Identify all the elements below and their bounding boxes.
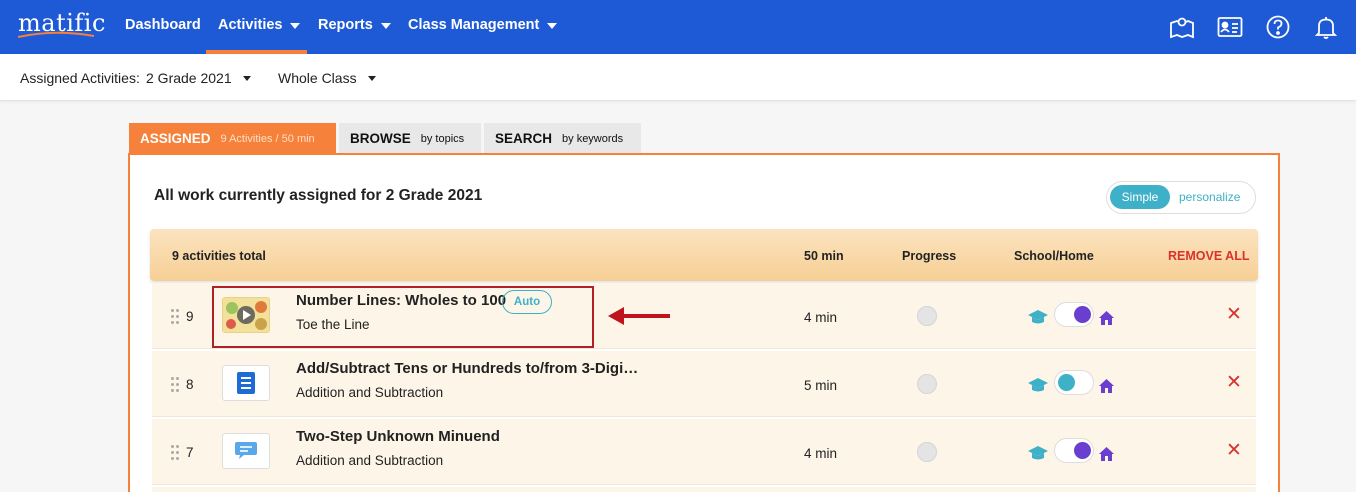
tab-browse[interactable]: BROWSE by topics — [339, 123, 481, 154]
home-icon[interactable] — [1099, 379, 1114, 393]
panel-title: All work currently assigned for 2 Grade … — [154, 187, 483, 204]
top-nav: matific Dashboard Activities Reports Cla… — [0, 0, 1356, 54]
table-row[interactable]: 8 Add/Subtract Tens or Hundreds to/from … — [152, 351, 1256, 417]
total-time-header: 50 min — [804, 249, 844, 263]
row-number: 9 — [186, 309, 194, 324]
activity-duration: 5 min — [804, 378, 838, 393]
graduation-cap-icon[interactable] — [1028, 446, 1048, 461]
tab-sublabel: by topics — [420, 132, 465, 145]
chevron-down-icon — [242, 75, 251, 81]
row-number: 7 — [186, 445, 194, 460]
id-card-icon[interactable] — [1217, 14, 1243, 40]
table-row[interactable]: 7 Two-Step Unknown Minuend Addition and … — [152, 419, 1256, 485]
chevron-down-icon — [380, 22, 391, 29]
activity-duration: 4 min — [804, 446, 838, 461]
nav-class-management[interactable]: Class Management — [408, 17, 558, 33]
activity-subtitle: Addition and Subtraction — [296, 453, 444, 468]
remove-activity-icon[interactable]: ✕ — [1226, 439, 1242, 462]
home-icon[interactable] — [1099, 447, 1114, 461]
personalize-mode-button[interactable]: personalize — [1179, 185, 1240, 209]
switch-knob — [1058, 374, 1075, 391]
home-icon[interactable] — [1099, 311, 1114, 325]
group-select[interactable]: Whole Class — [278, 70, 376, 86]
assigned-activities-bar: Assigned Activities: 2 Grade 2021 Whole … — [0, 54, 1356, 101]
chevron-down-icon — [547, 22, 558, 29]
nav-label: Activities — [218, 17, 283, 33]
drag-handle-icon[interactable] — [171, 377, 179, 393]
word-problem-thumbnail[interactable] — [222, 433, 270, 469]
tab-assigned[interactable]: ASSIGNED 9 Activities / 50 min — [129, 123, 336, 154]
chevron-down-icon — [367, 75, 376, 81]
progress-header: Progress — [902, 249, 957, 263]
remove-activity-icon[interactable]: ✕ — [1226, 371, 1242, 394]
switch-knob — [1074, 306, 1091, 323]
tab-search[interactable]: SEARCH by keywords — [484, 123, 641, 154]
graduation-cap-icon[interactable] — [1028, 378, 1048, 393]
tab-sublabel: by keywords — [562, 132, 624, 145]
nav-label: Reports — [318, 17, 373, 33]
worksheet-icon — [237, 372, 255, 394]
worksheet-thumbnail[interactable] — [222, 365, 270, 401]
school-home-switch[interactable] — [1054, 302, 1094, 327]
nav-activities[interactable]: Activities — [218, 17, 301, 33]
progress-indicator — [917, 442, 937, 462]
chevron-down-icon — [290, 22, 301, 29]
logo-swoosh — [17, 31, 95, 38]
class-select-value: 2 Grade 2021 — [146, 70, 232, 86]
activity-subtitle: Addition and Subtraction — [296, 385, 444, 400]
tab-label: ASSIGNED — [140, 131, 211, 146]
drag-handle-icon[interactable] — [171, 309, 179, 325]
activities-count-header: 9 activities total — [172, 249, 266, 263]
table-row[interactable] — [152, 487, 1256, 492]
speech-bubble-icon — [235, 442, 257, 459]
school-home-switch[interactable] — [1054, 370, 1094, 395]
tab-sublabel: 9 Activities / 50 min — [220, 132, 315, 145]
graduation-cap-icon[interactable] — [1028, 310, 1048, 325]
nav-label: Class Management — [408, 17, 540, 33]
view-mode-toggle: Simple personalize — [1106, 181, 1256, 214]
tab-label: SEARCH — [495, 131, 553, 146]
group-select-value: Whole Class — [278, 70, 357, 86]
nav-dashboard[interactable]: Dashboard — [125, 17, 201, 33]
nav-label: Dashboard — [125, 17, 201, 33]
remove-activity-icon[interactable]: ✕ — [1226, 303, 1242, 326]
remove-all-button[interactable]: REMOVE ALL — [1168, 249, 1249, 263]
class-select[interactable]: 2 Grade 2021 — [146, 70, 251, 86]
drag-handle-icon[interactable] — [171, 445, 179, 461]
activity-duration: 4 min — [804, 310, 838, 325]
annotation-highlight-box — [212, 286, 594, 348]
map-icon[interactable] — [1169, 14, 1195, 40]
help-icon[interactable] — [1265, 14, 1291, 40]
table-header: 9 activities total 50 min Progress Schoo… — [150, 229, 1258, 281]
nav-reports[interactable]: Reports — [318, 17, 391, 33]
row-number: 8 — [186, 377, 194, 392]
switch-knob — [1074, 442, 1091, 459]
activity-title[interactable]: Add/Subtract Tens or Hundreds to/from 3-… — [296, 360, 638, 377]
tab-label: BROWSE — [350, 131, 411, 146]
simple-mode-button[interactable]: Simple — [1110, 185, 1170, 209]
progress-indicator — [917, 306, 937, 326]
assigned-activities-label: Assigned Activities: — [20, 70, 140, 86]
annotation-arrow-left-icon — [608, 307, 670, 325]
bell-icon[interactable] — [1313, 14, 1339, 40]
school-home-switch[interactable] — [1054, 438, 1094, 463]
progress-indicator — [917, 374, 937, 394]
activity-title[interactable]: Two-Step Unknown Minuend — [296, 428, 500, 445]
school-home-header: School/Home — [1014, 249, 1094, 263]
